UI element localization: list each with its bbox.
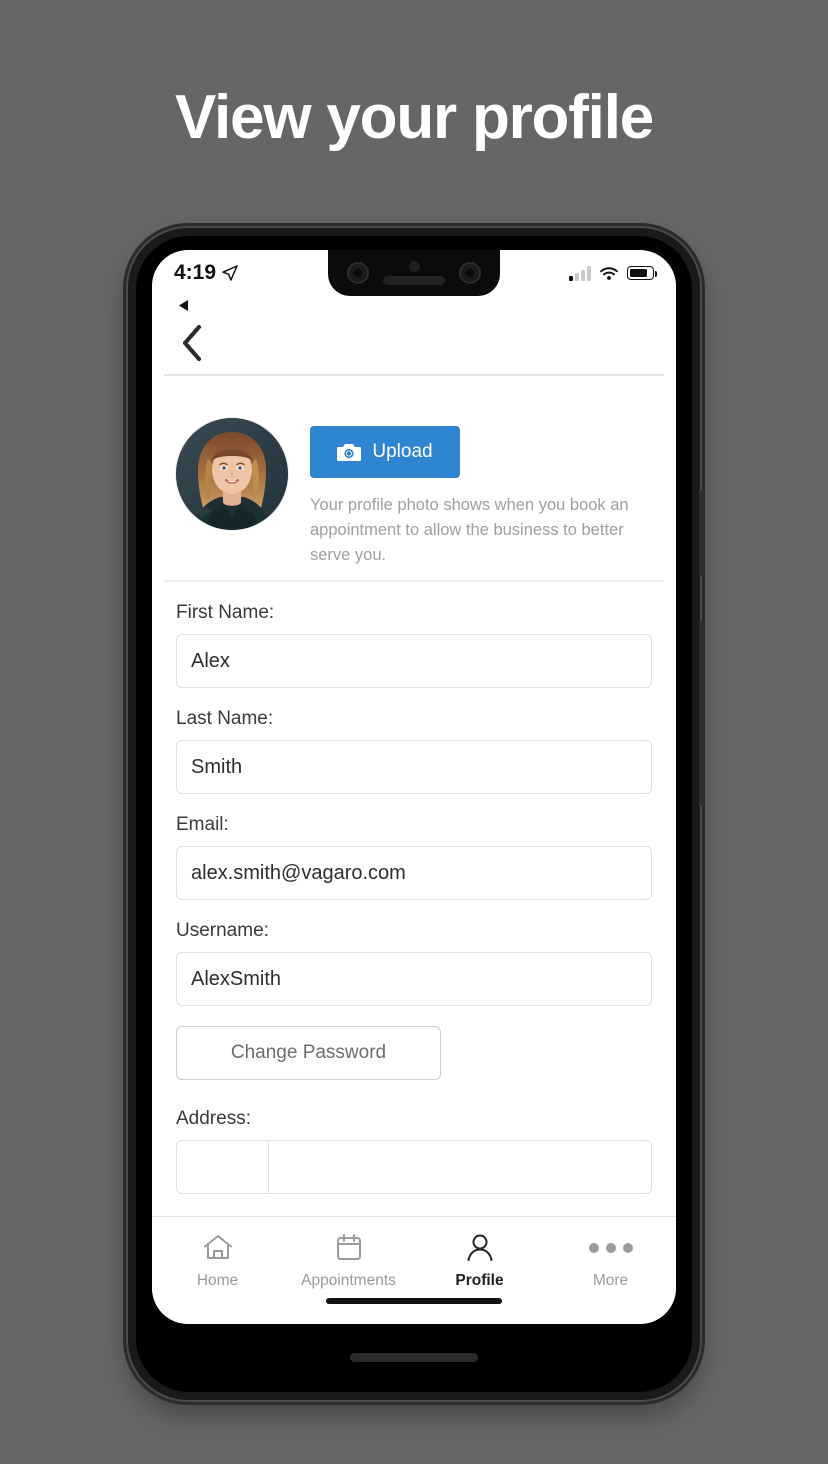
tab-profile[interactable]: Profile [414, 1231, 545, 1290]
screenshot-root: View your profile 4:19 Upload Your profi… [0, 0, 828, 1464]
notch-sensors [383, 261, 445, 285]
status-bar-left: 4:19 [174, 261, 238, 285]
cellular-signal-icon [569, 265, 591, 281]
front-camera-icon [347, 262, 369, 284]
photo-actions: Upload Your profile photo shows when you… [310, 418, 652, 567]
upload-button-label: Upload [372, 441, 433, 462]
wifi-icon [600, 266, 618, 280]
email-label: Email: [176, 814, 229, 835]
page-headline: View your profile [174, 83, 654, 152]
field-address: Address: [176, 1108, 652, 1194]
nav-header [152, 312, 676, 374]
last-name-label: Last Name: [176, 708, 274, 729]
photo-section-divider [164, 580, 664, 582]
field-first-name: First Name: Alex [176, 602, 652, 688]
username-input[interactable]: AlexSmith [176, 952, 652, 1006]
change-password-button[interactable]: Change Password [176, 1026, 441, 1080]
front-camera-secondary-icon [459, 262, 481, 284]
username-label: Username: [176, 920, 269, 941]
header-divider [164, 374, 664, 376]
tab-profile-label: Profile [455, 1272, 504, 1289]
ellipsis-icon [588, 1231, 633, 1265]
status-bar-right [569, 265, 657, 281]
address-text-input[interactable] [269, 1141, 651, 1193]
battery-icon [627, 266, 657, 280]
chevron-left-icon[interactable] [178, 322, 208, 364]
first-name-input[interactable]: Alex [176, 634, 652, 688]
field-email: Email: alex.smith@vagaro.com [176, 814, 652, 900]
earpiece-speaker-icon [383, 276, 445, 285]
home-indicator[interactable] [326, 1298, 502, 1304]
phone-screen: 4:19 Upload Your profile photo shows whe… [152, 250, 676, 1324]
camera-icon [337, 444, 362, 461]
tab-more[interactable]: More [545, 1231, 676, 1290]
back-triangle-icon[interactable] [176, 298, 191, 313]
volume-button[interactable] [699, 620, 705, 806]
address-label: Address: [176, 1108, 251, 1129]
location-arrow-icon [222, 265, 238, 281]
profile-form: First Name: Alex Last Name: Smith Email:… [152, 602, 676, 1214]
photo-help-text: Your profile photo shows when you book a… [310, 496, 629, 564]
last-name-input[interactable]: Smith [176, 740, 652, 794]
field-username: Username: AlexSmith [176, 920, 652, 1006]
field-last-name: Last Name: Smith [176, 708, 652, 794]
bottom-tab-bar: Home Appointments Profile More [152, 1216, 676, 1324]
phone-notch [328, 250, 500, 296]
person-icon [467, 1234, 492, 1261]
email-input[interactable]: alex.smith@vagaro.com [176, 846, 652, 900]
speaker-grille [350, 1353, 478, 1362]
calendar-icon [336, 1234, 361, 1260]
tab-appointments[interactable]: Appointments [283, 1231, 414, 1290]
avatar[interactable] [176, 418, 288, 530]
first-name-label: First Name: [176, 602, 275, 623]
power-button[interactable] [699, 490, 705, 576]
address-input[interactable] [176, 1140, 652, 1194]
upload-button[interactable]: Upload [310, 426, 460, 478]
home-icon [203, 1235, 232, 1259]
tab-home[interactable]: Home [152, 1231, 283, 1290]
tab-appointments-label: Appointments [301, 1272, 396, 1289]
tab-home-label: Home [196, 1272, 239, 1289]
address-prefix-select[interactable] [177, 1141, 269, 1193]
profile-photo-section: Upload Your profile photo shows when you… [152, 418, 676, 567]
status-time: 4:19 [174, 261, 217, 284]
sensor-dot-icon [408, 261, 420, 272]
tab-more-label: More [592, 1272, 629, 1289]
